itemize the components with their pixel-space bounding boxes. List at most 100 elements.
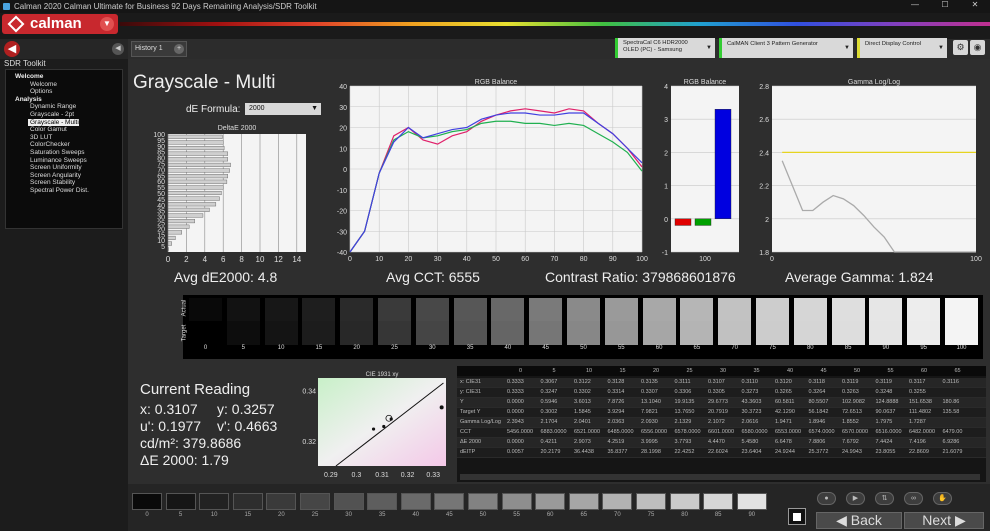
target-swatch[interactable] — [264, 321, 298, 345]
loop-icon[interactable]: ∞ — [904, 492, 923, 505]
target-swatch[interactable] — [189, 321, 222, 345]
patch-tile[interactable] — [400, 493, 431, 510]
actual-swatch[interactable] — [415, 298, 449, 321]
target-swatch[interactable] — [869, 321, 903, 345]
display-control-selector[interactable]: Direct Display Control ▼ — [857, 38, 947, 58]
table-scrollbar[interactable] — [460, 474, 980, 480]
patch-tile[interactable] — [703, 493, 734, 510]
back-button[interactable]: ◀ Back — [816, 512, 902, 529]
close-button[interactable]: ✕ — [960, 0, 990, 13]
add-tab-icon[interactable]: + — [174, 44, 184, 54]
patch-tile[interactable] — [333, 493, 364, 510]
stop-icon[interactable]: ✋ — [933, 492, 952, 505]
target-swatch[interactable] — [340, 321, 374, 345]
actual-swatch[interactable] — [378, 298, 411, 321]
target-swatch[interactable] — [529, 321, 563, 345]
patch-tile[interactable] — [501, 493, 532, 510]
sidebar-item-screen-angularity[interactable]: Screen Angularity — [9, 172, 119, 180]
actual-swatch[interactable] — [491, 298, 525, 321]
sidebar-item-welcome[interactable]: Welcome — [9, 73, 119, 81]
patch-tile[interactable] — [165, 493, 196, 510]
back-arrow-icon[interactable]: ◀ — [4, 41, 20, 57]
target-swatch[interactable] — [718, 321, 752, 345]
patch-tile[interactable] — [232, 493, 263, 510]
actual-swatch[interactable] — [264, 298, 298, 321]
read-series-icon[interactable]: ⇅ — [875, 492, 894, 505]
target-swatch[interactable] — [226, 321, 260, 345]
sidebar-item-luminance-sweeps[interactable]: Luminance Sweeps — [9, 157, 119, 165]
patch-tile[interactable] — [535, 493, 566, 510]
actual-swatch[interactable] — [340, 298, 374, 321]
sidebar-item-options[interactable]: Options — [9, 88, 119, 96]
sidebar-item-3d-lut[interactable]: 3D LUT — [9, 134, 119, 142]
patch-tile[interactable] — [669, 493, 700, 510]
pattern-generator-selector[interactable]: CalMAN Client 3 Pattern Generator ▼ — [719, 38, 853, 58]
patch-tile[interactable] — [367, 493, 398, 510]
target-swatch[interactable] — [302, 321, 336, 345]
actual-swatch[interactable] — [604, 298, 638, 321]
collapse-icon[interactable]: ◀ — [112, 43, 124, 55]
actual-swatch[interactable] — [831, 298, 865, 321]
patch-tile[interactable] — [602, 493, 633, 510]
chevron-down-icon[interactable]: ▼ — [100, 17, 114, 31]
target-swatch[interactable] — [680, 321, 714, 345]
sidebar-item-grayscale-multi[interactable]: Grayscale - Multi — [9, 118, 119, 127]
actual-swatch[interactable] — [226, 298, 260, 321]
actual-swatch[interactable] — [453, 298, 487, 321]
next-button[interactable]: Next ▶ — [904, 512, 984, 529]
target-swatch[interactable] — [453, 321, 487, 345]
patch-tile[interactable] — [568, 493, 599, 510]
actual-swatch[interactable] — [718, 298, 752, 321]
sidebar-item-grayscale-2pt[interactable]: Grayscale - 2pt — [9, 111, 119, 119]
target-swatch[interactable] — [907, 321, 941, 345]
target-swatch[interactable] — [604, 321, 638, 345]
patch-tile[interactable] — [468, 493, 498, 510]
sidebar-item-colorchecker[interactable]: ColorChecker — [9, 141, 119, 149]
sidebar-item-spectral-power-dist-[interactable]: Spectral Power Dist. — [9, 187, 119, 195]
maximize-button[interactable]: ☐ — [930, 0, 960, 13]
meter-selector[interactable]: SpectraCal C6 HDR2000 OLED (PC) - Samsun… — [615, 38, 715, 58]
patch-tile[interactable] — [199, 493, 230, 510]
tab-history-1[interactable]: History 1 + — [131, 41, 187, 57]
actual-swatch[interactable] — [680, 298, 714, 321]
target-swatch[interactable] — [756, 321, 789, 345]
actual-swatch[interactable] — [793, 298, 827, 321]
target-swatch[interactable] — [793, 321, 827, 345]
target-swatch[interactable] — [491, 321, 525, 345]
target-swatch[interactable] — [567, 321, 600, 345]
target-swatch[interactable] — [831, 321, 865, 345]
patch-tile[interactable] — [636, 493, 666, 510]
actual-swatch[interactable] — [567, 298, 600, 321]
stop-button[interactable] — [788, 508, 806, 525]
de-formula-select[interactable]: 2000 ▼ — [245, 103, 321, 115]
actual-swatch[interactable] — [642, 298, 676, 321]
patch-tile[interactable] — [300, 493, 330, 510]
calman-logo-button[interactable]: calman ▼ — [2, 14, 118, 34]
actual-swatch[interactable] — [756, 298, 789, 321]
actual-swatch[interactable] — [302, 298, 336, 321]
patch-tile[interactable] — [736, 493, 767, 510]
sidebar-item-screen-uniformity[interactable]: Screen Uniformity — [9, 164, 119, 172]
actual-swatch[interactable] — [869, 298, 903, 321]
sidebar-item-dynamic-range[interactable]: Dynamic Range — [9, 103, 119, 111]
sidebar-item-color-gamut[interactable]: Color Gamut — [9, 126, 119, 134]
sidebar-item-screen-stability[interactable]: Screen Stability — [9, 179, 119, 187]
actual-swatch[interactable] — [945, 298, 978, 321]
play-icon[interactable]: ▶ — [846, 492, 865, 505]
patch-tile[interactable] — [266, 493, 297, 510]
actual-swatch[interactable] — [907, 298, 941, 321]
target-swatch[interactable] — [415, 321, 449, 345]
record-icon[interactable]: ● — [817, 492, 836, 505]
target-swatch[interactable] — [378, 321, 411, 345]
target-swatch[interactable] — [642, 321, 676, 345]
actual-swatch[interactable] — [189, 298, 222, 321]
patch-tile[interactable] — [132, 493, 162, 510]
patch-tile[interactable] — [434, 493, 465, 510]
target-swatch[interactable] — [945, 321, 978, 345]
actual-swatch[interactable] — [529, 298, 563, 321]
minimize-button[interactable]: — — [900, 0, 930, 13]
settings-icon[interactable]: ⚙ — [953, 40, 968, 55]
sidebar-item-saturation-sweeps[interactable]: Saturation Sweeps — [9, 149, 119, 157]
sidebar-item-welcome[interactable]: Welcome — [9, 81, 119, 89]
sidebar-item-analysis[interactable]: Analysis — [9, 96, 119, 104]
